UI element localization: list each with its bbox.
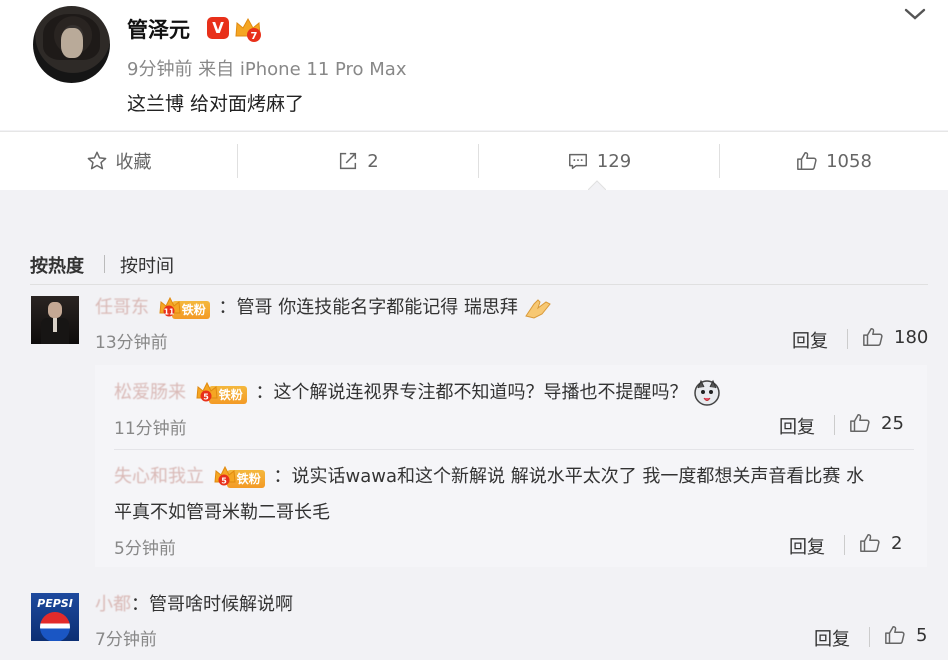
chevron-down-icon[interactable] [903,4,927,24]
reply-like-button[interactable]: 2 [859,532,902,554]
replier-name[interactable]: 失心和我立 [114,466,204,487]
comment-like-count: 180 [894,326,929,348]
fan-badge: 5 铁粉 [213,465,265,488]
comment-time: 13分钟前 [95,333,168,353]
favorite-label: 收藏 [115,152,152,173]
crown-icon: 5 [214,465,236,486]
reply-button[interactable]: 回复 [792,327,828,353]
fan-badge: 11 铁粉 [158,296,210,319]
comment-text: ：管哥啥时候解说啊 [131,594,293,615]
commenter-name[interactable]: 任哥东 [95,297,149,318]
crown-icon: 5 [196,381,218,402]
share-icon [340,152,357,170]
crown-icon: 11 [159,296,181,317]
comment-line: 小都：管哥啥时候解说啊 [95,590,293,616]
svg-text:7: 7 [251,31,258,42]
replier-name[interactable]: 松爱肠来 [114,382,186,403]
post-card: 管泽元 V 7 9分钟前 来自 iPhone 11 Pro Max 这兰博 给对… [0,0,948,130]
sort-by-time-tab[interactable]: 按时间 [120,252,174,278]
reply-button[interactable]: 回复 [814,625,850,651]
action-bar: 收藏 2 129 1058 [0,131,948,190]
post-content: 这兰博 给对面烤麻了 [127,93,305,115]
svg-text:5: 5 [203,393,209,402]
star-icon [87,151,106,170]
reply-text: ：说实话wawa和这个新解说 解说水平太次了 我一度都想关声音看比赛 水 [273,466,865,487]
author-avatar[interactable] [33,6,110,83]
comment-icon [568,153,587,170]
reply-line: 松爱肠来 5 铁粉 ：这个解说连视界专注都不知道吗？导播也不提醒吗？ [114,378,721,407]
thumbs-up-icon [863,328,883,346]
thumbs-up-icon [850,414,870,432]
sort-by-hot-tab[interactable]: 按热度 [30,252,84,278]
reply-like-count: 25 [881,412,904,434]
commenter-name[interactable]: 小都 [95,594,131,615]
divider [114,449,914,450]
reply-like-button[interactable]: 25 [849,412,904,434]
reply-button[interactable]: 回复 [789,533,825,559]
reply-like-count: 2 [891,532,903,554]
thumbs-up-icon [885,626,905,644]
comment-like-button[interactable]: 5 [884,624,927,646]
thumbs-up-icon [797,152,817,170]
comment-text: ：管哥 你连技能名字都能记得 瑞思拜 [218,297,518,318]
post-meta: 9分钟前 来自 iPhone 11 Pro Max [127,59,407,80]
commenter-avatar[interactable]: PEPSI [31,593,79,641]
comment-time: 7分钟前 [95,630,157,650]
reply-time: 5分钟前 [114,539,176,559]
reply-text-continued: 平真不如管哥米勒二哥长毛 [114,502,330,523]
active-caret [588,180,606,190]
repost-button[interactable]: 2 [238,132,478,190]
repost-count: 2 [367,150,379,172]
comment-count: 129 [596,150,632,172]
comment-line: 任哥东 11 铁粉 ：管哥 你连技能名字都能记得 瑞思拜 [95,293,554,320]
comment-like-count: 5 [916,624,928,646]
sort-divider [104,255,105,273]
like-count: 1058 [826,150,872,172]
reply-line: 失心和我立 5 铁粉 ：说实话wawa和这个新解说 解说水平太次了 我一度都想关… [114,462,864,488]
author-name[interactable]: 管泽元 [127,14,190,44]
reply-time: 11分钟前 [114,419,187,439]
thumbs-up-icon [860,534,880,552]
reply-button[interactable]: 回复 [779,413,815,439]
reply-text: ：这个解说连视界专注都不知道吗？导播也不提醒吗？ [255,382,688,403]
verified-badge: V [207,17,229,39]
divider [30,284,928,285]
husky-emoji-icon [694,379,720,406]
comment-like-button[interactable]: 180 [862,326,928,348]
favorite-button[interactable]: 收藏 [0,132,237,190]
commenter-avatar[interactable] [31,296,79,344]
fan-badge: 5 铁粉 [195,381,247,404]
svg-text:11: 11 [164,308,174,317]
svg-text:5: 5 [221,477,227,486]
praying-hands-icon [524,299,551,319]
like-button[interactable]: 1058 [720,132,948,190]
fan-crown-icon: 7 [235,17,261,42]
